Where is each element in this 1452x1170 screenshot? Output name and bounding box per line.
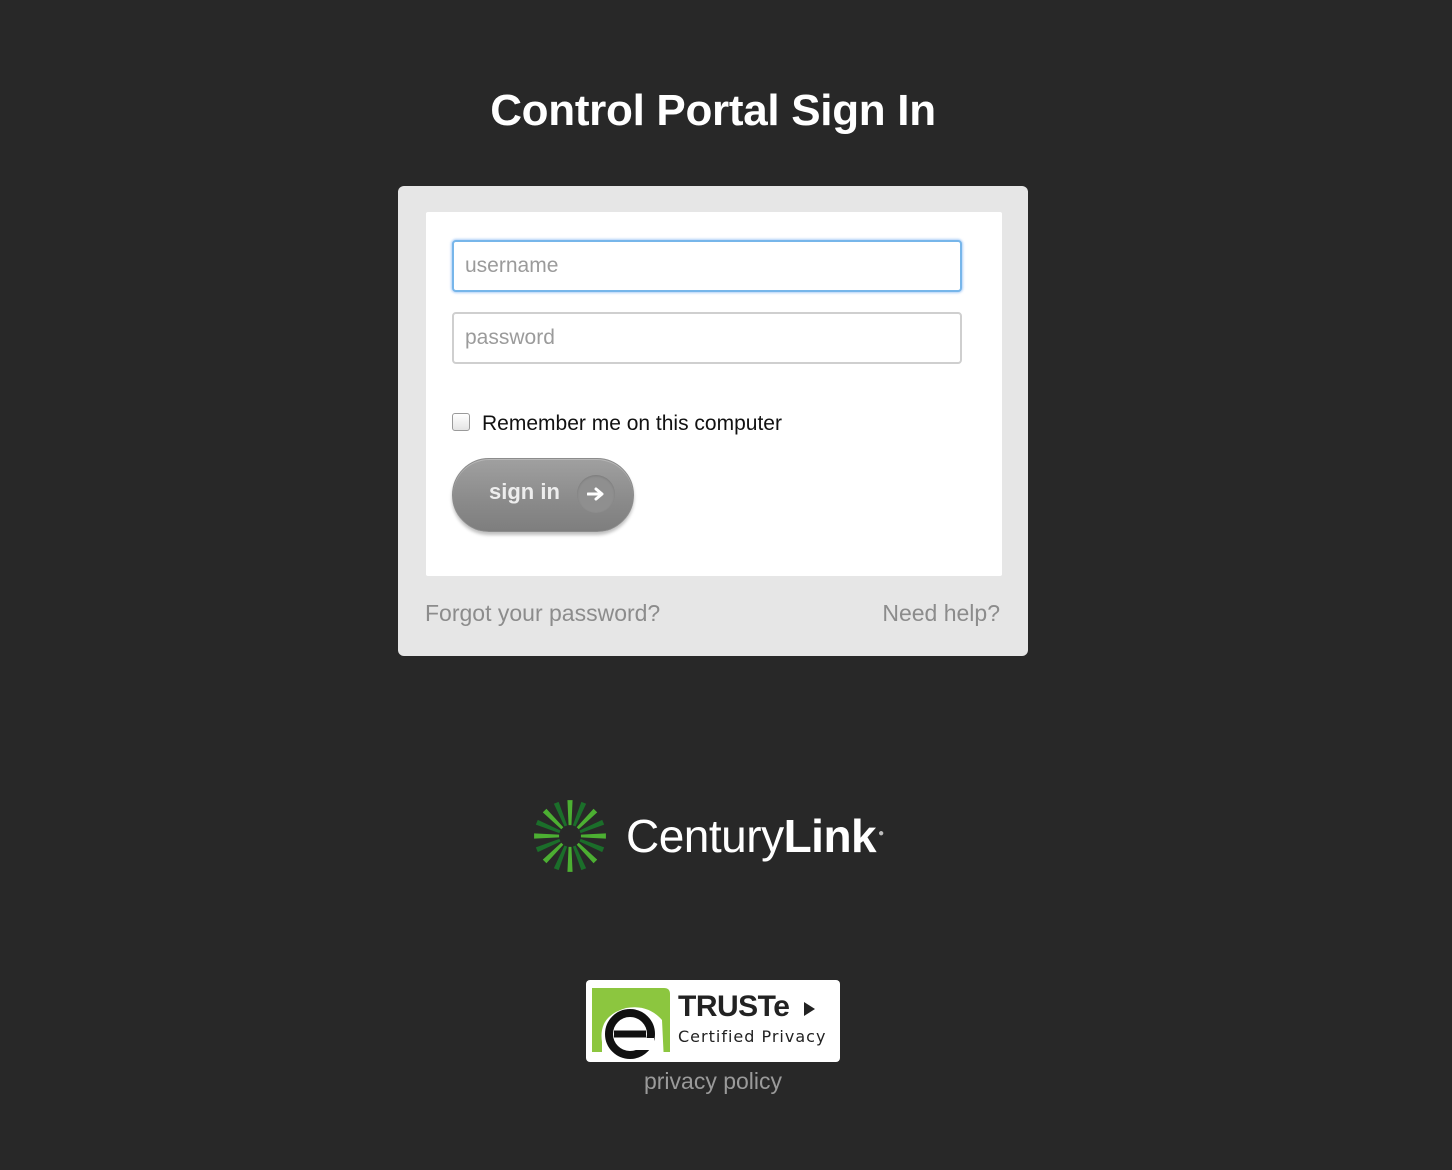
truste-title: TRUSTe — [678, 990, 790, 1023]
sign-in-label: sign in — [489, 479, 560, 504]
privacy-policy-link[interactable]: privacy policy — [0, 1068, 1426, 1095]
starburst-ray — [567, 800, 573, 826]
need-help-link[interactable]: Need help? — [882, 600, 1000, 627]
remember-me-row: Remember me on this computer — [452, 410, 782, 438]
page-title: Control Portal Sign In — [490, 86, 936, 135]
password-input[interactable] — [452, 312, 962, 364]
brand-name: CenturyLink ● — [626, 809, 884, 863]
sign-in-page: Control Portal Sign In Remember me on th… — [0, 0, 1452, 1170]
centurylink-starburst-icon — [534, 800, 606, 872]
brand-name-regular: Century — [626, 810, 784, 862]
registered-mark-icon: ● — [878, 827, 884, 839]
play-icon — [804, 1002, 815, 1016]
login-form: Remember me on this computer sign in — [426, 212, 1002, 576]
starburst-ray — [580, 833, 606, 839]
starburst-ray — [567, 846, 573, 872]
remember-me-checkbox[interactable] — [452, 413, 470, 431]
sign-in-button[interactable]: sign in — [452, 458, 634, 532]
login-panel: Remember me on this computer sign in For… — [398, 186, 1028, 656]
arrow-right-icon — [577, 475, 615, 513]
truste-subtitle: Certified Privacy — [678, 1027, 827, 1046]
forgot-password-link[interactable]: Forgot your password? — [425, 600, 660, 627]
starburst-ray — [534, 833, 560, 839]
truste-badge[interactable]: TRUSTe Certified Privacy — [586, 980, 840, 1062]
remember-me-label[interactable]: Remember me on this computer — [482, 412, 782, 436]
username-input[interactable] — [452, 240, 962, 292]
brand-name-bold: Link — [783, 810, 877, 862]
centurylink-logo: CenturyLink ● — [532, 798, 884, 874]
